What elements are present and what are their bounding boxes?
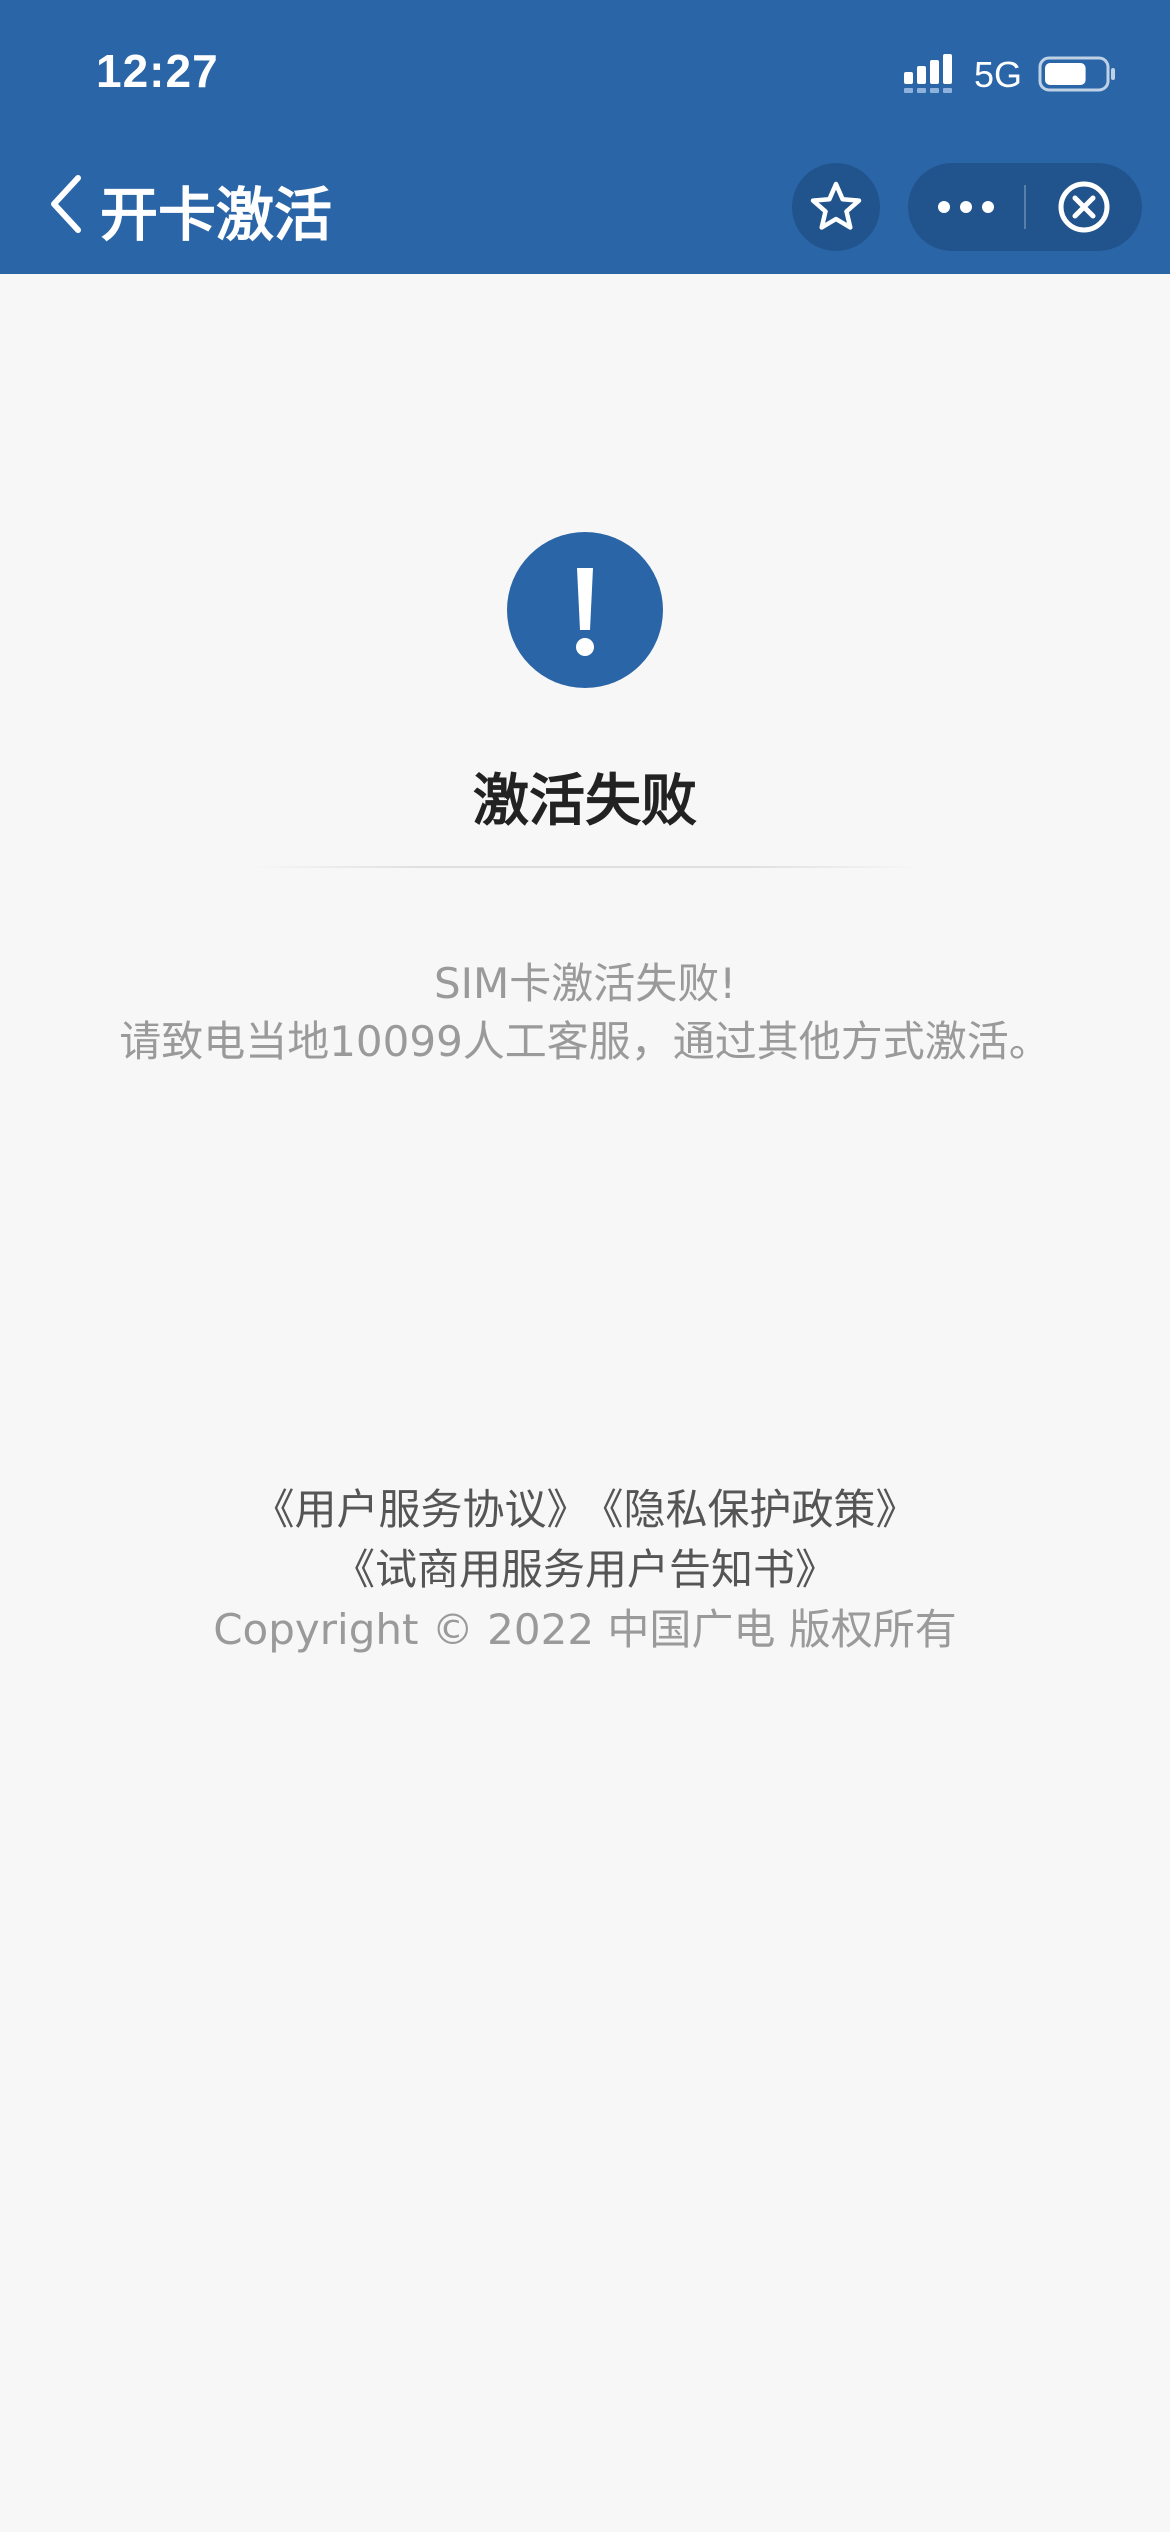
trial-service-notice-link[interactable]: 《试商用服务用户告知书》 xyxy=(333,1545,837,1594)
user-agreement-link[interactable]: 《用户服务协议》 xyxy=(252,1485,588,1534)
more-button[interactable] xyxy=(908,163,1024,251)
result-message-line-1: SIM卡激活失败! xyxy=(433,959,737,1008)
network-label: 5G xyxy=(974,54,1023,95)
status-time: 12:27 xyxy=(96,45,219,97)
result-title: 激活失败 xyxy=(473,769,697,834)
favorite-button[interactable] xyxy=(792,163,880,251)
exclamation-icon xyxy=(507,532,663,688)
result-message-line-2: 请致电当地10099人工客服，通过其他方式激活。 xyxy=(119,1017,1051,1066)
more-dots-icon xyxy=(938,201,994,213)
page-title: 开卡激活 xyxy=(100,181,333,249)
close-button[interactable] xyxy=(1026,163,1142,251)
mini-program-capsule xyxy=(908,163,1142,251)
footer-links-secondary: 《试商用服务用户告知书》 xyxy=(0,1536,1170,1597)
privacy-policy-link[interactable]: 《隐私保护政策》 xyxy=(603,1485,918,1534)
footer-links: 《用户服务协议》 《隐私保护政策》 xyxy=(0,1476,1170,1537)
close-circle-icon xyxy=(1058,181,1110,233)
copyright: Copyright © 2022 中国广电 版权所有 xyxy=(213,1605,957,1654)
back-chevron-icon[interactable] xyxy=(44,172,88,236)
signal-icon xyxy=(904,54,952,93)
battery-icon xyxy=(1038,56,1115,92)
header: 12:27 5G 开卡激活 xyxy=(0,0,1170,274)
star-icon xyxy=(810,181,862,230)
divider xyxy=(250,866,920,868)
